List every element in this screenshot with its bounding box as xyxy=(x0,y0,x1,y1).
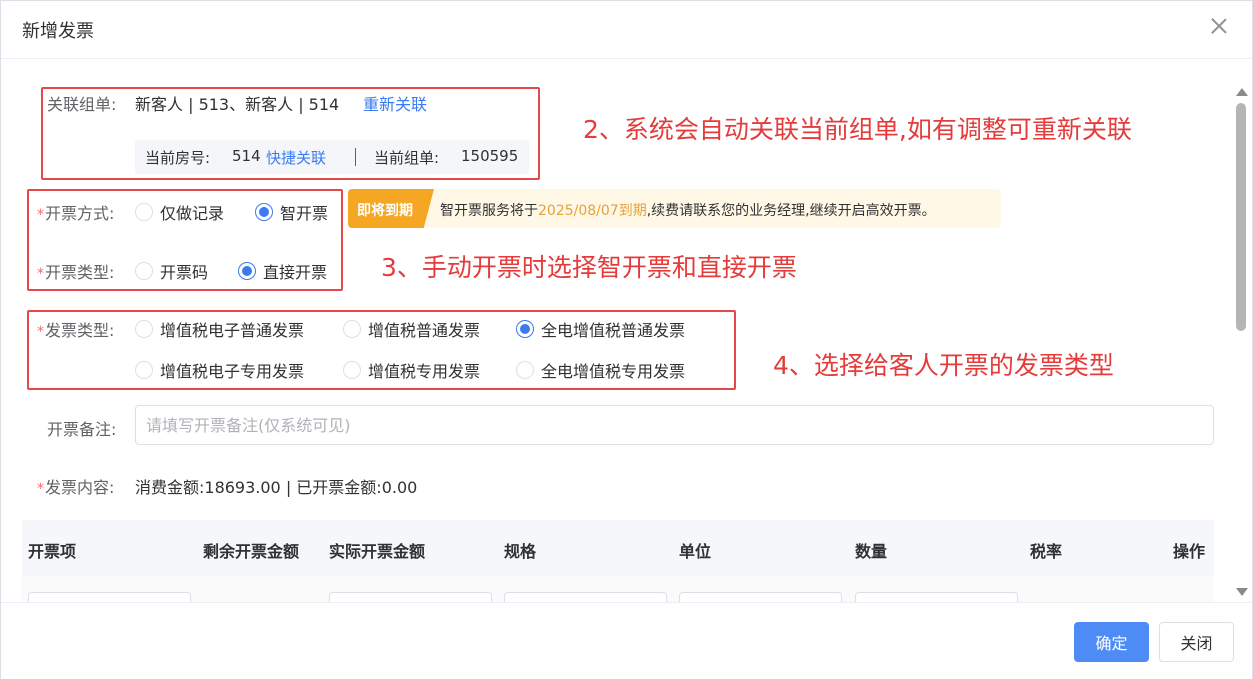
th-item: 开票项 xyxy=(28,542,77,561)
item-input[interactable] xyxy=(28,592,191,602)
dialog-title: 新增发票 xyxy=(22,21,94,42)
close-button[interactable]: 关闭 xyxy=(1159,622,1234,662)
expiry-warning: 即将到期 智开票服务将于2025/08/07到期,续费请联系您的业务经理,继续开… xyxy=(348,189,1001,228)
invoice-items-table-header: 开票项 剩余开票金额 实际开票金额 规格 单位 数量 税率 操作 xyxy=(22,520,1214,576)
annotation-box-2 xyxy=(41,87,540,180)
dialog-header: 新增发票 xyxy=(1,1,1252,59)
quantity-input[interactable] xyxy=(855,592,1018,602)
annotation-4: 4、选择给客人开票的发票类型 xyxy=(773,351,1114,380)
scrollbar[interactable] xyxy=(1231,60,1252,602)
add-invoice-dialog: 新增发票 关联组单: 新客人 | 513、新客人 | 514 重新关联 当前房号… xyxy=(0,0,1253,679)
remark-label: 开票备注: xyxy=(47,420,117,439)
annotation-3: 3、手动开票时选择智开票和直接开票 xyxy=(381,253,797,282)
scroll-down-arrow-icon[interactable] xyxy=(1236,588,1248,596)
close-icon[interactable] xyxy=(1208,15,1230,37)
content-label: *发票内容: xyxy=(37,478,115,497)
annotation-box-3 xyxy=(27,189,343,291)
th-actual-amount: 实际开票金额 xyxy=(329,542,426,561)
th-quantity: 数量 xyxy=(855,542,888,561)
annotation-box-4 xyxy=(27,310,736,390)
scroll-thumb[interactable] xyxy=(1236,103,1246,331)
actual-amount-input[interactable] xyxy=(329,592,492,602)
dialog-footer: 确定 关闭 xyxy=(1,602,1252,679)
table-row xyxy=(22,576,1214,602)
expiry-tag: 即将到期 xyxy=(348,189,434,228)
content-summary: 消费金额:18693.00 | 已开票金额:0.00 xyxy=(135,478,418,497)
annotation-2: 2、系统会自动关联当前组单,如有调整可重新关联 xyxy=(583,115,1132,144)
remark-input[interactable] xyxy=(135,405,1214,445)
scroll-up-arrow-icon[interactable] xyxy=(1236,88,1248,96)
spec-input[interactable] xyxy=(504,592,667,602)
th-actions: 操作 xyxy=(1173,542,1206,561)
dialog-body: 关联组单: 新客人 | 513、新客人 | 514 重新关联 当前房号: 514… xyxy=(1,60,1233,602)
th-spec: 规格 xyxy=(504,542,537,561)
unit-input[interactable] xyxy=(679,592,842,602)
confirm-button[interactable]: 确定 xyxy=(1074,622,1149,662)
expiry-text: 智开票服务将于2025/08/07到期,续费请联系您的业务经理,继续开启高效开票… xyxy=(440,203,936,219)
th-unit: 单位 xyxy=(679,542,712,561)
th-tax-rate: 税率 xyxy=(1030,542,1063,561)
th-remaining-amount: 剩余开票金额 xyxy=(203,542,300,561)
